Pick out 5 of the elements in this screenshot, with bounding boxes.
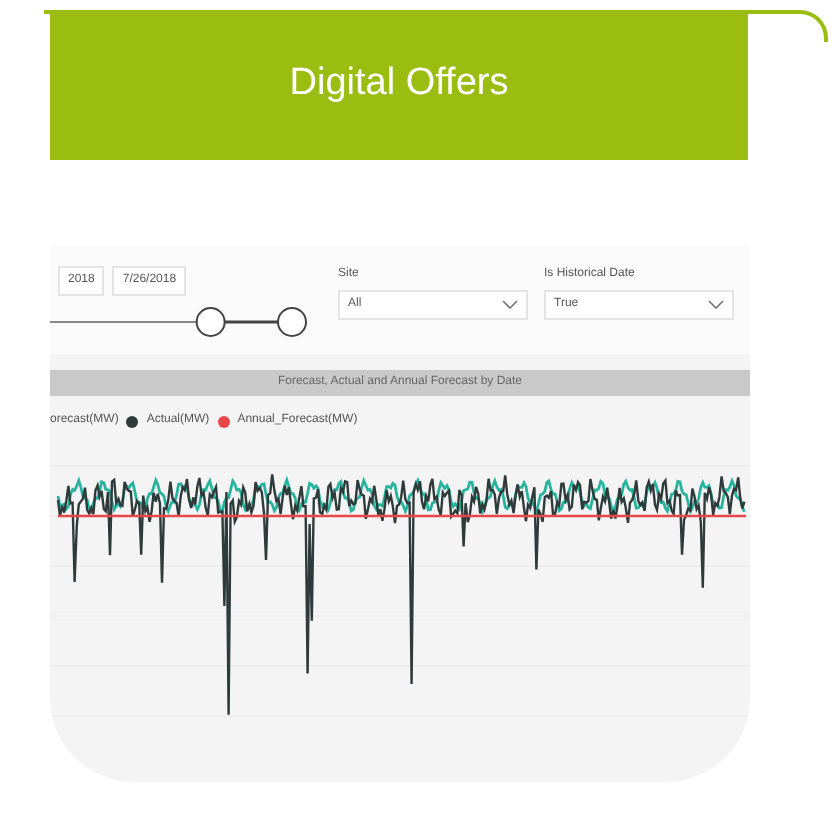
- chevron-down-icon: [502, 300, 518, 310]
- slider-thumb[interactable]: [195, 307, 226, 337]
- header-title: Digital Offers: [289, 60, 509, 109]
- slider-thumb[interactable]: [277, 307, 307, 337]
- chevron-down-icon: [708, 300, 724, 310]
